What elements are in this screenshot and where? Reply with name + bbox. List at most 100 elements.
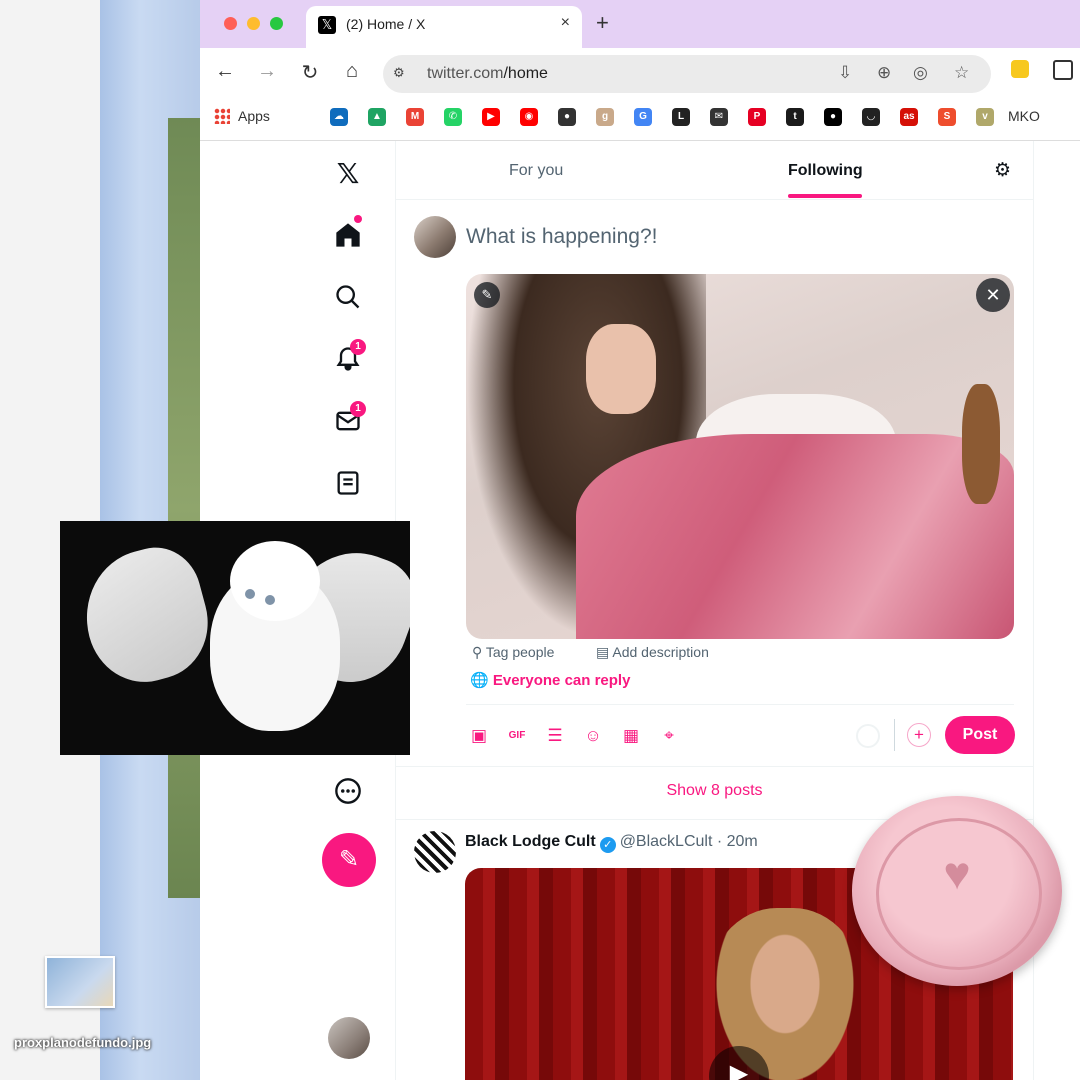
mko-label: MKO xyxy=(1008,108,1040,124)
wax-seal-image: ♥ xyxy=(852,796,1062,986)
apps-grid-icon xyxy=(214,108,230,124)
emoji-icon[interactable]: ☺ xyxy=(582,725,604,747)
x-favicon-icon: 𝕏 xyxy=(318,16,336,34)
reply-settings-button[interactable]: 🌐 Everyone can reply xyxy=(470,671,630,689)
location-icon[interactable]: ⌖ xyxy=(658,725,680,747)
desktop-wallpaper-detail xyxy=(168,118,200,898)
add-description-button[interactable]: ▤ Add description xyxy=(596,644,709,661)
messages-icon[interactable]: 1 xyxy=(334,401,366,435)
image-icon[interactable]: ▣ xyxy=(468,725,490,747)
person-icon: ⚲ xyxy=(472,644,486,660)
goodreads-icon[interactable]: g xyxy=(596,108,614,126)
lists-icon[interactable] xyxy=(334,469,362,497)
mko-bookmark[interactable]: MKO xyxy=(1008,108,1040,124)
search-icon[interactable] xyxy=(334,283,362,311)
composer-input[interactable]: What is happening?! xyxy=(466,225,657,249)
browser-tab[interactable]: 𝕏 (2) Home / X × xyxy=(306,6,582,48)
letterboxd-icon[interactable]: L xyxy=(672,108,690,126)
swan-emblem-icon: ♥ xyxy=(943,847,971,899)
mail-icon[interactable]: ✉ xyxy=(710,108,728,126)
url-domain: twitter.com xyxy=(427,65,504,82)
zoom-icon[interactable]: ⊕ xyxy=(877,63,891,83)
image-content xyxy=(230,541,320,621)
x-logo-icon[interactable]: 𝕏 xyxy=(334,157,362,189)
tab-following[interactable]: Following xyxy=(788,162,863,180)
apps-bookmark[interactable]: Apps xyxy=(214,108,270,124)
url-text: twitter.com/home xyxy=(427,65,548,83)
translate-icon[interactable]: G xyxy=(634,108,652,126)
gmail-icon[interactable]: M xyxy=(406,108,424,126)
vts-icon[interactable]: v xyxy=(976,108,994,126)
drive-icon[interactable]: ▲ xyxy=(368,108,386,126)
whatsapp-icon[interactable]: ✆ xyxy=(444,108,462,126)
timeline-tabs: For you Following ⚙ xyxy=(396,141,1033,200)
new-tab-button[interactable]: + xyxy=(596,10,609,36)
browser-toolbar: ← → ↻ ⌂ ⚙ twitter.com/home ⇩ ⊕ ◎ ☆ xyxy=(200,48,1080,98)
site-settings-icon[interactable]: ⚙ xyxy=(393,65,413,83)
notifications-badge: 1 xyxy=(350,339,366,355)
tab-for-you[interactable]: For you xyxy=(509,162,563,180)
apps-label: Apps xyxy=(238,108,270,124)
toolbar-separator xyxy=(894,719,895,751)
add-thread-button[interactable]: + xyxy=(907,723,931,747)
tumblr-icon[interactable]: t xyxy=(786,108,804,126)
hide-eye-icon[interactable]: ◎ xyxy=(913,63,928,83)
remove-media-icon[interactable]: ✕ xyxy=(976,278,1010,312)
photo-content xyxy=(576,434,1014,639)
tweet-author-name[interactable]: Black Lodge Cult xyxy=(465,833,596,850)
minimize-window-button[interactable] xyxy=(247,17,260,30)
colors-icon[interactable]: ● xyxy=(558,108,576,126)
poll-icon[interactable]: ☰ xyxy=(544,725,566,747)
image-content xyxy=(245,589,255,599)
bookmark-star-icon[interactable]: ☆ xyxy=(954,63,969,83)
file-name: proxplanodefundo.jpg xyxy=(14,1035,152,1050)
forward-icon[interactable]: → xyxy=(254,60,280,83)
post-button[interactable]: Post xyxy=(945,716,1015,754)
character-count-ring xyxy=(856,724,880,748)
tab-close-icon[interactable]: × xyxy=(561,14,570,32)
edit-media-icon[interactable]: ✎ xyxy=(474,282,500,308)
back-icon[interactable]: ← xyxy=(212,60,238,83)
youtube-music-icon[interactable]: ◉ xyxy=(520,108,538,126)
add-description-label: Add description xyxy=(612,644,709,660)
schedule-icon[interactable]: ▦ xyxy=(620,725,642,747)
tweet-author-avatar[interactable] xyxy=(414,831,456,873)
pinterest-icon[interactable]: P xyxy=(748,108,766,126)
gif-icon[interactable]: GIF xyxy=(506,725,528,747)
desktop-file[interactable]: proxplanodefundo.jpg xyxy=(14,956,152,1052)
address-bar[interactable]: ⚙ twitter.com/home ⇩ ⊕ ◎ ☆ xyxy=(383,55,991,93)
deezer-icon[interactable]: ◡ xyxy=(862,108,880,126)
kitten-angel-image xyxy=(60,521,410,755)
shopee-icon[interactable]: S xyxy=(938,108,956,126)
reload-icon[interactable]: ↻ xyxy=(297,60,323,85)
tweet-author-handle[interactable]: @BlackLCult xyxy=(620,833,713,850)
lastfm-icon[interactable]: as xyxy=(900,108,918,126)
account-avatar[interactable] xyxy=(328,1017,370,1059)
home-button-icon[interactable]: ⌂ xyxy=(339,60,365,83)
onedrive-icon[interactable]: ☁ xyxy=(330,108,348,126)
home-icon[interactable] xyxy=(334,215,362,249)
tab-title: (2) Home / X xyxy=(346,16,426,32)
extension-icon[interactable] xyxy=(1011,60,1029,78)
composer-avatar[interactable] xyxy=(414,216,456,258)
more-icon[interactable] xyxy=(334,777,362,805)
zoom-window-button[interactable] xyxy=(270,17,283,30)
active-tab-indicator xyxy=(788,194,862,198)
youtube-icon[interactable]: ▶ xyxy=(482,108,500,126)
image-content xyxy=(265,595,275,605)
install-app-icon[interactable]: ⇩ xyxy=(838,63,852,83)
attached-photo[interactable]: ✎ ✕ xyxy=(466,274,1014,639)
tag-people-button[interactable]: ⚲ Tag people xyxy=(472,644,554,661)
tag-people-label: Tag people xyxy=(485,644,555,660)
timeline-settings-icon[interactable]: ⚙ xyxy=(994,159,1011,182)
compose-post-button[interactable]: ✎ xyxy=(322,833,376,887)
globe-icon: 🌐 xyxy=(470,672,493,689)
tweet-time[interactable]: · 20m xyxy=(717,833,758,850)
messages-badge: 1 xyxy=(350,401,366,417)
extensions-puzzle-icon[interactable] xyxy=(1053,60,1073,80)
close-window-button[interactable] xyxy=(224,17,237,30)
tweet-header: Black Lodge Cult ✓ @BlackLCult · 20m xyxy=(465,833,758,853)
medium-icon[interactable]: ● xyxy=(824,108,842,126)
notifications-icon[interactable]: 1 xyxy=(334,339,366,373)
file-thumbnail[interactable] xyxy=(45,956,115,1008)
